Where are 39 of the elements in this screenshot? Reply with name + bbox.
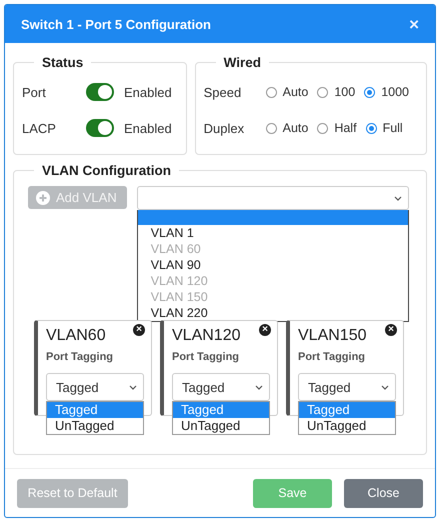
radio-option[interactable]: Full (366, 121, 403, 135)
panel-title: Wired (222, 55, 262, 70)
caret-icon (381, 384, 389, 390)
toggle-label: Enabled (124, 84, 172, 100)
dropdown-option[interactable]: Tagged (299, 402, 395, 418)
close-button[interactable]: Close (344, 478, 423, 508)
remove-button[interactable]: × (385, 324, 397, 336)
select-value: Tagged (308, 380, 351, 394)
radio-option[interactable]: 100 (317, 85, 356, 99)
toggle-switch[interactable] (86, 83, 114, 101)
window-title: Switch 1 - Port 5 Configuration (21, 16, 211, 32)
radio-option[interactable]: 1000 (364, 85, 409, 99)
field-label: Port Tagging (298, 351, 366, 363)
field-label: Port Tagging (172, 351, 240, 363)
radio-option[interactable]: Half (317, 121, 357, 135)
field-label: Speed (204, 84, 242, 100)
caret-icon (255, 384, 263, 390)
field-label: Port Tagging (46, 351, 114, 363)
toggle-label: Enabled (124, 120, 172, 136)
caret-icon (129, 384, 137, 390)
dropdown-option[interactable]: Tagged (47, 402, 143, 418)
remove-button[interactable]: × (133, 324, 145, 336)
vlan-name: VLAN60 (46, 327, 106, 345)
panel-title: VLAN Configuration (41, 163, 172, 178)
vlan-name: VLAN150 (298, 327, 366, 345)
select-value: Tagged (56, 380, 99, 394)
radio-option[interactable]: Auto (266, 121, 308, 135)
radio-option[interactable]: Auto (266, 85, 308, 99)
vlan-name: VLAN120 (172, 327, 240, 345)
toggle-switch[interactable] (86, 119, 114, 137)
caret-icon (394, 196, 402, 200)
plus-circle-icon (36, 190, 50, 204)
remove-button[interactable]: × (259, 324, 271, 336)
field-label: Port (22, 84, 47, 100)
select-value: Tagged (182, 380, 225, 394)
field-label: LACP (22, 120, 57, 136)
field-label: Duplex (204, 120, 246, 136)
panel-title: Status (41, 55, 84, 70)
dropdown-option[interactable]: Tagged (173, 402, 269, 418)
